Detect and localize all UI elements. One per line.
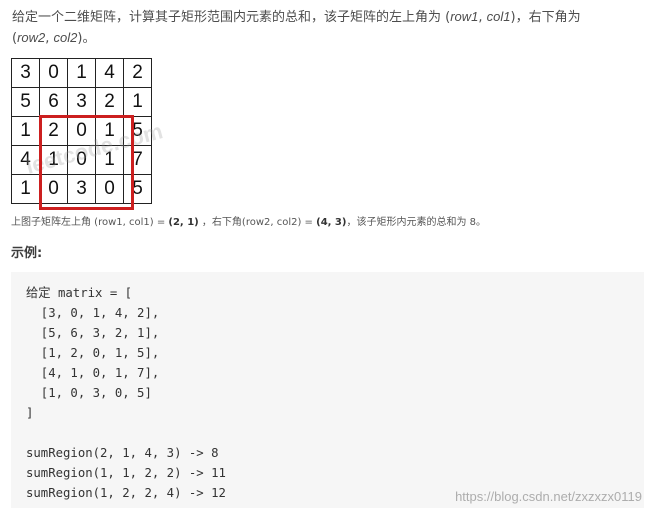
matrix-cell: 0 <box>39 58 68 88</box>
matrix-cell: 2 <box>123 58 152 88</box>
caption-text-3: ，该子矩形内元素的总和为 8。 <box>346 217 487 228</box>
col1-name: col <box>486 9 504 24</box>
matrix-cell: 1 <box>11 116 40 146</box>
matrix-row: 30142 <box>11 58 152 88</box>
row1-var: row1 <box>450 9 478 24</box>
code-block: 给定 matrix = [ [3, 0, 1, 4, 2], [5, 6, 3,… <box>11 272 644 508</box>
matrix-cell: 4 <box>95 58 124 88</box>
desc-comma-1: , <box>478 10 487 25</box>
csdn-watermark: https://blog.csdn.net/zxzxzx0119 <box>455 489 642 504</box>
figure-caption: 上图子矩阵左上角 (row1, col1) = (2, 1) ，右下角(row2… <box>11 213 486 228</box>
matrix-cell: 1 <box>123 87 152 117</box>
problem-description: 给定一个二维矩阵，计算其子矩形范围内元素的总和，该子矩阵的左上角为 (row1,… <box>12 7 642 49</box>
caption-text-1: 上图子矩阵左上角 (row1, col1) = <box>11 217 169 228</box>
desc-text-4: )。 <box>77 31 96 46</box>
submatrix-highlight <box>39 115 134 210</box>
caption-text-2: ，右下角(row2, col2) = <box>198 217 317 228</box>
col2-name: col <box>53 30 71 45</box>
desc-text-1: 给定一个二维矩阵，计算其子矩形范围内元素的总和，该子矩阵的左上角为 ( <box>12 10 451 25</box>
caption-topleft: (2, 1) <box>168 217 199 228</box>
desc-text-2: )，右下角为 <box>510 10 581 25</box>
code-text: 给定 matrix = [ [3, 0, 1, 4, 2], [5, 6, 3,… <box>26 286 226 500</box>
caption-bottomright: (4, 3) <box>316 217 347 228</box>
matrix-cell: 5 <box>11 87 40 117</box>
row1-name: row <box>450 9 472 24</box>
matrix-row: 56321 <box>11 87 152 117</box>
example-heading: 示例: <box>11 246 43 261</box>
row2-name: row <box>17 30 39 45</box>
matrix-cell: 6 <box>39 87 68 117</box>
matrix-cell: 2 <box>95 87 124 117</box>
matrix-cell: 1 <box>67 58 96 88</box>
row2-var: row2 <box>17 30 45 45</box>
matrix-cell: 3 <box>67 87 96 117</box>
matrix-cell: 1 <box>11 174 40 204</box>
col1-var: col1 <box>487 9 511 24</box>
col1-num: 1 <box>503 9 511 24</box>
col2-var: col2 <box>54 30 78 45</box>
desc-comma-2: , <box>45 31 54 46</box>
matrix-cell: 3 <box>11 58 40 88</box>
